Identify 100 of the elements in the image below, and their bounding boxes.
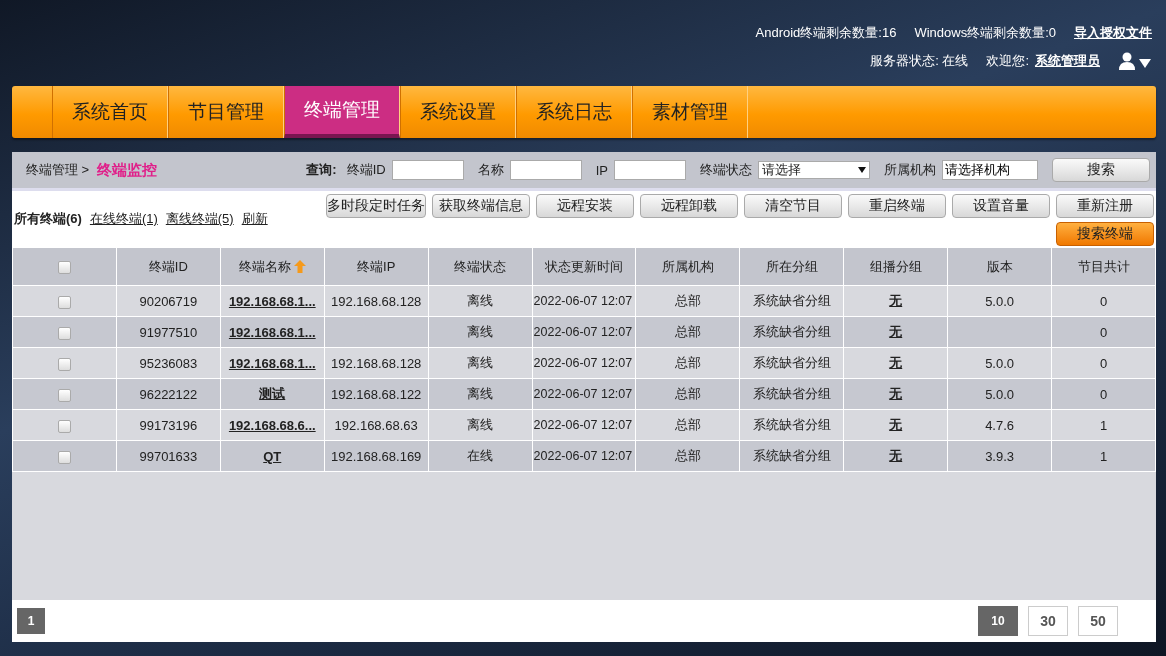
row-checkbox[interactable] [57, 450, 71, 464]
table-cell: 1 [1099, 448, 1108, 464]
table-cell: 系统缺省分组 [752, 448, 831, 463]
table-cell: 总部 [674, 355, 701, 370]
table-cell: 3.9.3 [985, 448, 1015, 464]
action-button[interactable]: 重启终端 [848, 194, 946, 218]
filter-link[interactable]: 刷新 [241, 210, 268, 228]
table-cell: 离线 [467, 293, 494, 308]
table-cell: 5.0.0 [985, 386, 1015, 402]
table-cell: 总部 [674, 417, 701, 432]
terminal-name-link[interactable]: QT [263, 448, 282, 464]
row-checkbox[interactable] [57, 326, 71, 340]
table-cell: 5.0.0 [985, 355, 1015, 371]
table-cell: 192.168.68.63 [334, 417, 418, 433]
action-button[interactable]: 远程卸载 [640, 194, 738, 218]
table-cell: 0 [1099, 355, 1108, 371]
field-label: 所属机构 [884, 161, 936, 179]
table-cell: 0 [1099, 386, 1108, 402]
table-cell: 96222122 [139, 386, 198, 402]
action-button[interactable]: 远程安装 [536, 194, 634, 218]
table-cell: 2022-06-07 12:07 [533, 418, 633, 432]
query-label: 查询: [306, 161, 337, 179]
table-cell: 192.168.68.128 [331, 355, 422, 371]
table-cell: 总部 [674, 386, 701, 401]
table-cell: 系统缺省分组 [752, 386, 831, 401]
filter-link[interactable]: 所有终端(6) [14, 210, 82, 228]
column-header: 所属机构 [661, 258, 714, 274]
nav-tab[interactable]: 系统首页 [52, 86, 168, 138]
action-button[interactable]: 获取终端信息 [432, 194, 530, 218]
breadcrumb-parent: 终端管理 > [26, 161, 90, 179]
android-count: Android终端剩余数量:16 [755, 24, 897, 42]
action-button[interactable]: 重新注册 [1056, 194, 1154, 218]
action-button[interactable]: 多时段定时任务 [326, 194, 426, 218]
action-button[interactable]: 设置音量 [952, 194, 1050, 218]
table-cell: 2022-06-07 12:07 [533, 449, 633, 463]
user-link[interactable]: 系统管理员 [1035, 52, 1100, 70]
table-cell: 系统缺省分组 [752, 324, 831, 339]
search-button[interactable]: 搜索 [1052, 158, 1150, 182]
nav-tab[interactable]: 系统设置 [400, 86, 516, 138]
table-cell: 99173196 [139, 417, 198, 433]
table-cell: 总部 [674, 324, 701, 339]
column-header: 终端IP [357, 258, 396, 274]
server-status: 服务器状态: 在线 [870, 52, 969, 70]
table-cell: 2022-06-07 12:07 [533, 387, 633, 401]
table-cell: 离线 [467, 386, 494, 401]
filter-link[interactable]: 离线终端(5) [165, 210, 234, 228]
nav-tab[interactable]: 素材管理 [632, 86, 748, 138]
nav-tab[interactable]: 终端管理 [284, 86, 400, 138]
table-cell: 系统缺省分组 [752, 417, 831, 432]
action-button[interactable]: 清空节目 [744, 194, 842, 218]
column-header: 版本 [986, 258, 1013, 274]
table-cell: 系统缺省分组 [752, 355, 831, 370]
row-checkbox[interactable] [57, 295, 71, 309]
row-checkbox[interactable] [57, 419, 71, 433]
field-label: 名称 [477, 161, 504, 179]
input-field[interactable] [509, 160, 582, 180]
table-cell: 0 [1099, 324, 1108, 340]
page-button[interactable]: 1 [17, 608, 45, 634]
search-terminal-button[interactable]: 搜索终端 [1056, 222, 1154, 246]
page-size-button[interactable]: 10 [978, 606, 1018, 636]
column-header: 组播分组 [869, 258, 922, 274]
table-cell: 离线 [467, 417, 494, 432]
multicast-group-link[interactable]: 无 [889, 324, 903, 339]
user-menu-icon[interactable] [1118, 52, 1152, 70]
multicast-group-link[interactable]: 无 [889, 448, 903, 463]
select-all-checkbox[interactable] [57, 261, 71, 275]
multicast-group-link[interactable]: 无 [889, 355, 903, 370]
row-checkbox[interactable] [57, 388, 71, 402]
table-cell: 2022-06-07 12:07 [533, 294, 633, 308]
status-dropdown[interactable]: 请选择 [758, 161, 870, 179]
table-cell: 5.0.0 [985, 293, 1015, 309]
table-cell: 99701633 [139, 448, 198, 464]
row-checkbox[interactable] [57, 357, 71, 371]
field-label: 终端状态 [700, 161, 752, 179]
table-cell: 总部 [674, 448, 701, 463]
input-field[interactable]: 请选择机构 [942, 160, 1038, 180]
multicast-group-link[interactable]: 无 [889, 293, 903, 308]
page-size-button[interactable]: 50 [1078, 606, 1118, 636]
column-header: 终端状态 [454, 258, 507, 274]
welcome-text: 欢迎您: [986, 52, 1029, 70]
table-cell: 4.7.6 [985, 417, 1015, 433]
table-cell: 离线 [467, 355, 494, 370]
dropdown-caret-icon [858, 167, 866, 173]
input-field[interactable] [391, 160, 464, 180]
terminal-name-link[interactable]: 测试 [259, 386, 286, 401]
multicast-group-link[interactable]: 无 [889, 386, 903, 401]
table-cell: 95236083 [139, 355, 198, 371]
field-label: IP [595, 162, 608, 178]
sort-up-icon[interactable] [293, 259, 306, 273]
nav-tab[interactable]: 系统日志 [516, 86, 632, 138]
column-header: 终端ID [148, 258, 188, 274]
multicast-group-link[interactable]: 无 [889, 417, 903, 432]
page-size-button[interactable]: 30 [1028, 606, 1068, 636]
windows-count: Windows终端剩余数量:0 [914, 24, 1056, 42]
filter-link[interactable]: 在线终端(1) [89, 210, 158, 228]
table-cell: 91977510 [139, 324, 198, 340]
table-cell: 192.168.68.128 [331, 293, 422, 309]
import-license-link[interactable]: 导入授权文件 [1074, 24, 1152, 42]
input-field[interactable] [614, 160, 686, 180]
table-cell: 2022-06-07 12:07 [533, 356, 633, 370]
